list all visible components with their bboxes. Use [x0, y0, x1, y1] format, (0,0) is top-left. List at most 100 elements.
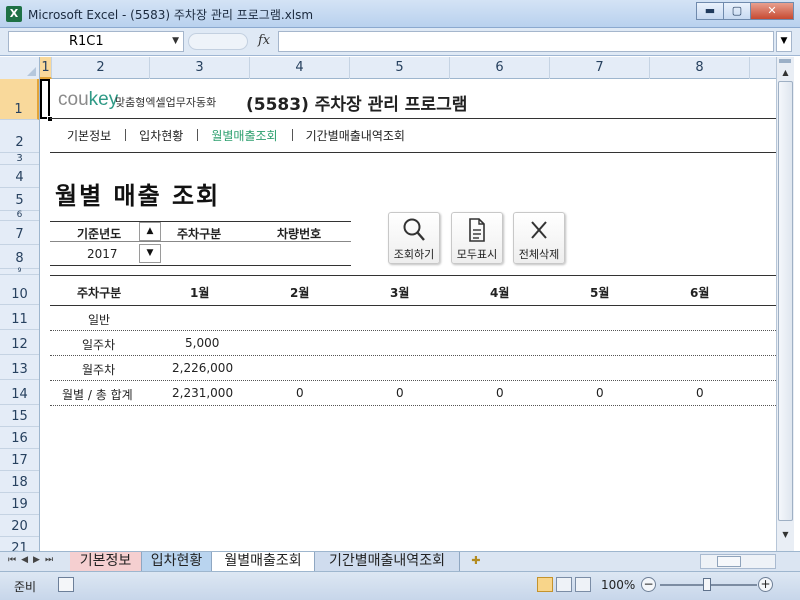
- column-header[interactable]: 1: [40, 57, 52, 79]
- page-break-view-icon[interactable]: [575, 577, 591, 592]
- column-header[interactable]: 4: [250, 57, 350, 79]
- row-header[interactable]: 17: [0, 449, 39, 471]
- row-header[interactable]: 18: [0, 471, 39, 493]
- row-header[interactable]: 1: [0, 79, 39, 120]
- nav-link-entry-status[interactable]: 입차현황: [125, 127, 197, 144]
- window-title: Microsoft Excel - (5583) 주차장 관리 프로그램.xls…: [28, 8, 314, 22]
- name-box-value: R1C1: [69, 34, 104, 49]
- scroll-down-icon[interactable]: ▼: [778, 527, 793, 542]
- show-all-button[interactable]: 모두표시: [451, 212, 503, 264]
- active-cell-cursor[interactable]: [40, 79, 50, 119]
- insert-function-icon[interactable]: fx: [258, 33, 270, 48]
- expand-formula-bar-icon[interactable]: ▼: [776, 31, 792, 52]
- formula-input[interactable]: [278, 31, 774, 52]
- row-header[interactable]: 19: [0, 493, 39, 515]
- row-header[interactable]: 5: [0, 188, 39, 211]
- column-header[interactable]: 2: [52, 57, 150, 79]
- zoom-in-icon[interactable]: +: [758, 577, 773, 592]
- sheet-tab-entry-status[interactable]: 입차현황: [142, 552, 212, 571]
- table-cell[interactable]: 0: [496, 386, 504, 400]
- insert-sheet-icon[interactable]: ✚: [466, 554, 486, 569]
- row-header[interactable]: 3: [0, 153, 39, 165]
- scroll-up-icon[interactable]: ▲: [778, 65, 793, 80]
- sheet-tab-monthly-sales[interactable]: 월별매출조회: [212, 552, 315, 571]
- row-header[interactable]: 12: [0, 330, 39, 355]
- row-header[interactable]: 20: [0, 515, 39, 537]
- macro-record-icon[interactable]: [58, 577, 74, 592]
- table-header: 6월: [690, 286, 710, 300]
- nav-link-period-sales[interactable]: 기간별매출내역조회: [291, 127, 419, 144]
- header-divider: [50, 118, 776, 119]
- table-cell[interactable]: 일주차: [82, 336, 115, 353]
- select-all-button[interactable]: [0, 57, 40, 79]
- column-header-bar: 1 2 3 4 5 6 7 8: [0, 57, 776, 79]
- parking-type-input[interactable]: [177, 243, 257, 263]
- maximize-button[interactable]: ▢: [723, 2, 751, 20]
- row-header[interactable]: 8: [0, 245, 39, 269]
- worksheet[interactable]: coukey 맞춤형엑셀업무자동화 (5583) 주차장 관리 프로그램 기본정…: [40, 79, 776, 551]
- zoom-level[interactable]: 100%: [601, 578, 635, 592]
- sheet-tab-bar: ⏮◀▶⏭ 기본정보 입차현황 월별매출조회 기간별매출내역조회 ✚: [0, 551, 800, 571]
- table-cell[interactable]: 0: [696, 386, 704, 400]
- column-header[interactable]: 8: [650, 57, 750, 79]
- table-cell[interactable]: 2,226,000: [172, 361, 233, 375]
- row-header[interactable]: 6: [0, 210, 39, 221]
- sheet-tab-period-sales[interactable]: 기간별매출내역조회: [315, 552, 460, 571]
- table-cell[interactable]: 0: [396, 386, 404, 400]
- zoom-slider-thumb[interactable]: [703, 578, 711, 591]
- row-header[interactable]: 11: [0, 305, 39, 330]
- column-header[interactable]: 5: [350, 57, 450, 79]
- table-cell[interactable]: 월별 / 총 합계: [62, 386, 133, 403]
- minimize-button[interactable]: ▬: [696, 2, 724, 20]
- row-header[interactable]: 15: [0, 405, 39, 427]
- table-cell[interactable]: 일반: [88, 311, 110, 328]
- horizontal-scroll-thumb[interactable]: [717, 556, 741, 567]
- search-button[interactable]: 조회하기: [388, 212, 440, 264]
- nav-link-basic-info[interactable]: 기본정보: [50, 127, 125, 144]
- sheet-nav-menu: 기본정보 입차현황 월별매출조회 기간별매출내역조회: [50, 127, 419, 144]
- vertical-scrollbar[interactable]: ▲ ▼: [776, 57, 794, 551]
- vertical-scroll-thumb[interactable]: [778, 81, 793, 521]
- window-controls: ▬ ▢ ✕: [696, 2, 794, 20]
- coukey-logo: coukey: [58, 89, 118, 111]
- chevron-down-icon[interactable]: ▼: [172, 32, 179, 51]
- year-up-spinner[interactable]: ▲: [139, 222, 161, 241]
- row-header[interactable]: 14: [0, 380, 39, 405]
- row-header[interactable]: 13: [0, 355, 39, 380]
- table-cell[interactable]: 월주차: [82, 361, 115, 378]
- row-header[interactable]: 4: [0, 165, 39, 188]
- column-header[interactable]: 6: [450, 57, 550, 79]
- nav-link-monthly-sales[interactable]: 월별매출조회: [197, 127, 291, 144]
- table-header: 5월: [590, 286, 610, 300]
- status-bar: 준비 100% − +: [0, 571, 800, 600]
- program-title: (5583) 주차장 관리 프로그램: [246, 95, 468, 115]
- excel-app-icon[interactable]: X: [6, 6, 22, 22]
- year-value[interactable]: 2017: [87, 247, 118, 261]
- row-header[interactable]: 2: [0, 120, 39, 153]
- fill-handle[interactable]: [47, 116, 53, 122]
- year-down-spinner[interactable]: ▼: [139, 244, 161, 263]
- table-cell[interactable]: 0: [296, 386, 304, 400]
- plate-number-input[interactable]: [260, 243, 350, 263]
- page-layout-view-icon[interactable]: [556, 577, 572, 592]
- row-header[interactable]: 10: [0, 275, 39, 305]
- row-header[interactable]: 16: [0, 427, 39, 449]
- tab-scroll-arrows[interactable]: ⏮◀▶⏭: [8, 555, 58, 565]
- horizontal-scrollbar[interactable]: [700, 554, 776, 569]
- delete-all-button[interactable]: 전체삭제: [513, 212, 565, 264]
- plate-number-label: 차량번호: [277, 227, 322, 241]
- column-header[interactable]: 3: [150, 57, 250, 79]
- split-handle[interactable]: [779, 59, 791, 63]
- sheet-tab-basic-info[interactable]: 기본정보: [70, 552, 142, 571]
- name-box[interactable]: R1C1 ▼: [8, 31, 184, 52]
- column-header[interactable]: 7: [550, 57, 650, 79]
- table-cell[interactable]: 2,231,000: [172, 386, 233, 400]
- zoom-out-icon[interactable]: −: [641, 577, 656, 592]
- normal-view-icon[interactable]: [537, 577, 553, 592]
- table-cell[interactable]: 5,000: [185, 336, 219, 350]
- table-cell[interactable]: 0: [596, 386, 604, 400]
- show-all-button-label: 모두표시: [456, 248, 498, 261]
- row-header[interactable]: 21: [0, 537, 39, 551]
- close-button[interactable]: ✕: [750, 2, 794, 20]
- row-header[interactable]: 7: [0, 221, 39, 245]
